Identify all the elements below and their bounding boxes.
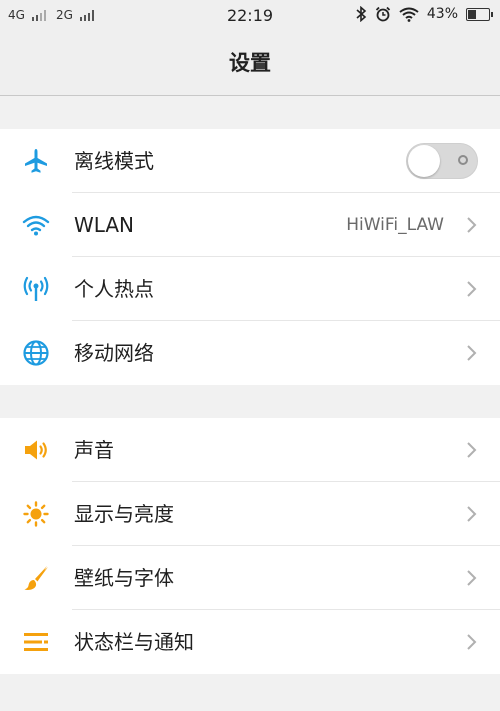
chevron-right-icon bbox=[467, 345, 477, 361]
toggle-knob bbox=[408, 145, 440, 177]
settings-item-statusbar-notifications[interactable]: 状态栏与通知 bbox=[0, 610, 500, 674]
settings-item-label: 壁纸与字体 bbox=[74, 566, 174, 590]
status-icons: 43% bbox=[355, 6, 493, 22]
speaker-icon bbox=[20, 435, 52, 465]
brush-icon bbox=[20, 563, 52, 593]
wifi-icon bbox=[20, 210, 52, 240]
battery-icon bbox=[466, 7, 493, 21]
chevron-right-icon bbox=[467, 506, 477, 522]
globe-icon bbox=[20, 338, 52, 368]
battery-percent: 43% bbox=[426, 6, 458, 22]
wlan-network-name: HiWiFi_LAW bbox=[346, 215, 444, 235]
settings-item-wlan[interactable]: WLAN HiWiFi_LAW bbox=[0, 193, 500, 257]
brightness-icon bbox=[20, 499, 52, 529]
list-icon bbox=[20, 627, 52, 657]
settings-group-connectivity: 离线模式 WLAN HiWiFi_LAW 个人热点 移动网络 bbox=[0, 129, 500, 385]
settings-item-label: 声音 bbox=[74, 438, 114, 462]
chevron-right-icon bbox=[467, 634, 477, 650]
status-bar: 4G 2G 22:19 43% bbox=[0, 0, 500, 34]
toggle-off-indicator-icon bbox=[458, 155, 468, 165]
wifi-status-icon bbox=[399, 7, 419, 22]
settings-item-airplane-mode[interactable]: 离线模式 bbox=[0, 129, 500, 193]
bluetooth-icon bbox=[356, 6, 367, 22]
settings-item-label: 移动网络 bbox=[74, 341, 154, 365]
settings-item-label: WLAN bbox=[74, 213, 135, 237]
settings-item-mobile-network[interactable]: 移动网络 bbox=[0, 321, 500, 385]
airplane-icon bbox=[20, 146, 52, 176]
airplane-mode-toggle[interactable] bbox=[406, 143, 478, 179]
settings-item-sound[interactable]: 声音 bbox=[0, 418, 500, 482]
settings-group-display: 声音 显示与亮度 壁纸与字体 状态栏与通知 bbox=[0, 418, 500, 674]
chevron-right-icon bbox=[467, 442, 477, 458]
settings-item-label: 个人热点 bbox=[74, 277, 154, 301]
settings-item-wallpaper-font[interactable]: 壁纸与字体 bbox=[0, 546, 500, 610]
settings-item-hotspot[interactable]: 个人热点 bbox=[0, 257, 500, 321]
settings-item-label: 显示与亮度 bbox=[74, 502, 174, 526]
alarm-icon bbox=[375, 6, 391, 22]
chevron-right-icon bbox=[467, 281, 477, 297]
chevron-right-icon bbox=[467, 570, 477, 586]
settings-item-label: 状态栏与通知 bbox=[74, 630, 194, 654]
settings-item-display-brightness[interactable]: 显示与亮度 bbox=[0, 482, 500, 546]
chevron-right-icon bbox=[467, 217, 477, 233]
settings-item-label: 离线模式 bbox=[74, 149, 154, 173]
page-title: 设置 bbox=[0, 34, 500, 96]
hotspot-icon bbox=[20, 274, 52, 304]
